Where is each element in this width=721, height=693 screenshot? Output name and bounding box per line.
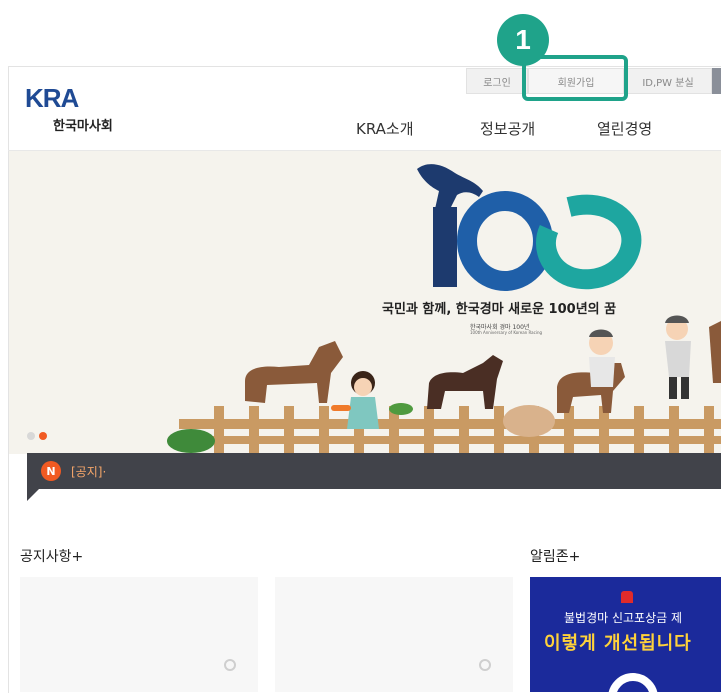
callout-number-badge: 1 xyxy=(497,14,549,66)
fence xyxy=(179,406,721,454)
digit-zero-1 xyxy=(457,191,553,291)
document-icon xyxy=(479,659,491,671)
notice-tail xyxy=(27,489,39,501)
login-link[interactable]: 로그인 xyxy=(466,68,528,94)
horse-edge xyxy=(709,321,721,383)
alarm-banner[interactable]: 불법경마 신고포상금 제 이렇게 개선됩니다 xyxy=(530,577,721,692)
banner-line-1: 불법경마 신고포상금 제 xyxy=(564,611,683,625)
alarm-zone-title[interactable]: 알림존+ xyxy=(530,546,580,566)
notice-card[interactable] xyxy=(20,577,258,692)
slider-dots xyxy=(27,432,47,440)
logo-name: 한국마사회 xyxy=(53,119,113,134)
siren-icon xyxy=(621,591,633,603)
horse-group xyxy=(245,341,625,413)
hero-slogan: 국민과 함께, 한국경마 새로운 100년의 꿈 xyxy=(382,302,617,317)
rock xyxy=(503,405,555,437)
notice-section-title[interactable]: 공지사항+ xyxy=(20,546,83,566)
callout-highlight-box xyxy=(522,55,628,101)
nav-item-info-disclosure[interactable]: 정보공개 xyxy=(480,118,535,139)
kra-logo[interactable]: KRA 한국마사회 xyxy=(25,85,113,134)
bush-small xyxy=(389,403,413,415)
ring-shape xyxy=(608,673,658,692)
notice-ticker-text[interactable]: [공지]· xyxy=(71,463,106,480)
utility-more[interactable] xyxy=(712,68,721,94)
bush xyxy=(167,429,215,453)
jockey-figures xyxy=(589,315,691,399)
logo-mark: KRA xyxy=(25,83,79,113)
nav-item-open-management[interactable]: 열린경영 xyxy=(597,118,652,139)
find-id-pw-link[interactable]: ID,PW 분실 xyxy=(624,68,712,94)
banner-line-2: 이렇게 개선됩니다 xyxy=(544,633,692,654)
notice-ticker[interactable]: N [공지]· xyxy=(27,453,721,489)
notice-card[interactable] xyxy=(275,577,513,692)
digit-one xyxy=(433,207,457,287)
slider-dot-1[interactable] xyxy=(27,432,35,440)
digit-zero-2 xyxy=(536,194,642,290)
new-badge: N xyxy=(41,461,61,481)
nav-item-kra-intro[interactable]: KRA소개 xyxy=(356,118,414,139)
hero-sub-english: 100th Anniversary of Korean Racing xyxy=(470,330,543,335)
slider-dot-2[interactable] xyxy=(39,432,47,440)
document-icon xyxy=(224,659,236,671)
